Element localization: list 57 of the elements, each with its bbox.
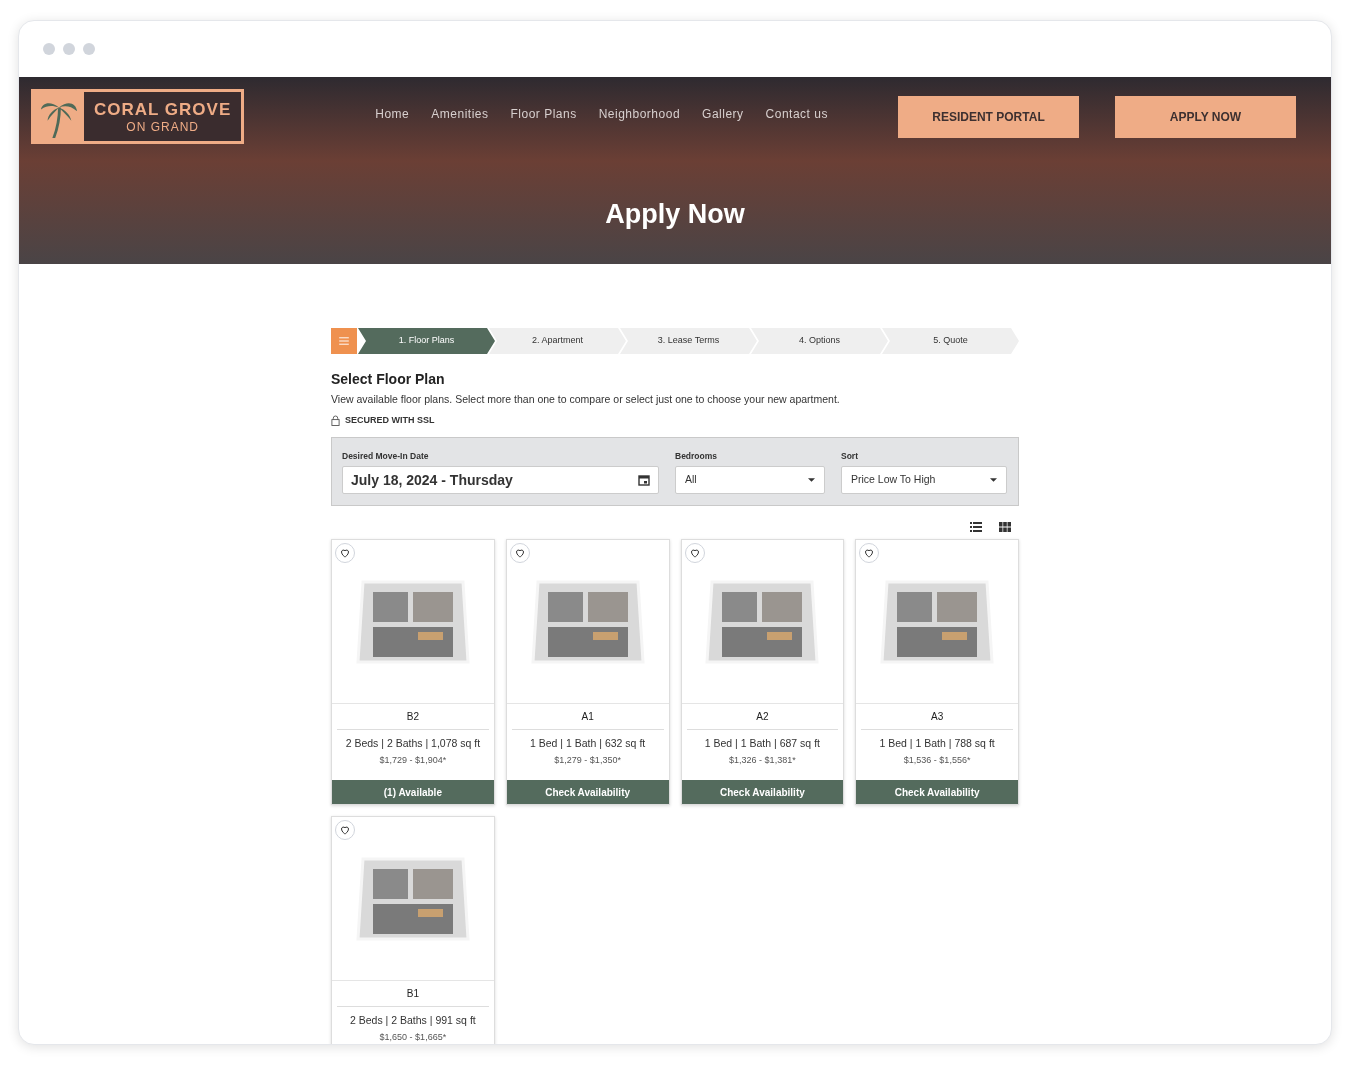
header-button[interactable]: RESIDENT PORTAL [898, 96, 1079, 138]
availability-button[interactable]: Check Availability [681, 780, 844, 804]
secure-note: SECURED WITH SSL [345, 413, 435, 427]
caret-icon [990, 478, 997, 482]
floor-plan-card[interactable]: A1 1 Bed | 1 Bath | 632 sq ft $1,279 - $1,350* Check Availability [505, 539, 670, 805]
caret-icon [808, 478, 815, 482]
section-title: Select Floor Plan [331, 370, 446, 389]
availability-button[interactable]: (1) Available [332, 780, 494, 804]
floor-plan-card[interactable]: A2 1 Bed | 1 Bath | 687 sq ft $1,326 - $1,381* Check Availability [680, 539, 845, 805]
menu-icon [338, 337, 350, 345]
brand-name: CORAL GROVE [94, 99, 232, 120]
nav-link[interactable]: Amenities [431, 105, 489, 123]
step-tab[interactable]: 2. Apartment [489, 328, 626, 354]
step-tab[interactable]: 4. Options [751, 328, 888, 354]
plan-name: A2 [686, 704, 839, 730]
plan-details: 2 Beds | 2 Baths | 1,078 sq ft [345, 736, 481, 751]
plan-details: 1 Bed | 1 Bath | 788 sq ft [879, 736, 995, 751]
plan-name: A3 [861, 704, 1013, 730]
date-field[interactable]: July 18, 2024 - Thursday [342, 466, 659, 494]
section-description: View available floor plans. Select more than one to compare or select just one to choose your new apartment. [331, 392, 841, 407]
brand-tagline: ON GRAND [126, 119, 199, 134]
plan-details: 1 Bed | 1 Bath | 687 sq ft [704, 736, 820, 751]
list-view-icon[interactable] [970, 522, 982, 532]
field-label: Desired Move-In Date [342, 450, 430, 463]
nav-link[interactable]: Contact us [765, 105, 828, 123]
field-label: Sort [841, 450, 859, 463]
plan-details: 1 Bed | 1 Bath | 632 sq ft [530, 736, 646, 751]
select-field[interactable]: All [675, 466, 825, 494]
floor-plan-card[interactable]: A3 1 Bed | 1 Bath | 788 sq ft $1,536 - $1,556* Check Availability [855, 539, 1019, 805]
brand-logo[interactable]: CORAL GROVE ON GRAND [31, 89, 245, 144]
hero-title: Apply Now [604, 198, 746, 231]
nav-link[interactable]: Floor Plans [510, 105, 577, 123]
nav-link[interactable]: Neighborhood [598, 105, 681, 123]
plan-price: $1,326 - $1,381* [729, 753, 796, 767]
plan-price: $1,729 - $1,904* [379, 753, 447, 767]
plan-price: $1,650 - $1,665* [379, 1030, 447, 1044]
field-label: Bedrooms [675, 450, 719, 463]
plan-name: B1 [337, 981, 489, 1007]
nav-link[interactable]: Gallery [702, 105, 744, 123]
nav-link[interactable]: Home [375, 105, 410, 123]
header-button[interactable]: APPLY NOW [1115, 96, 1296, 138]
plan-name: A1 [511, 704, 664, 730]
lock-icon [331, 415, 340, 426]
grid-view-icon[interactable] [999, 522, 1011, 532]
plan-price: $1,279 - $1,350* [554, 753, 621, 767]
step-tab[interactable]: 3. Lease Terms [620, 328, 757, 354]
plan-details: 2 Beds | 2 Baths | 991 sq ft [350, 1013, 476, 1028]
select-field[interactable]: Price Low To High [841, 466, 1007, 494]
step-tab[interactable]: 5. Quote [882, 328, 1019, 354]
floor-plan-card[interactable]: B1 2 Beds | 2 Baths | 991 sq ft $1,650 - $1,665* [331, 816, 495, 1044]
availability-button[interactable]: Check Availability [506, 780, 669, 804]
floor-plan-card[interactable]: B2 2 Beds | 2 Baths | 1,078 sq ft $1,729 - $1,904* (1) Available [331, 539, 495, 805]
plan-name: B2 [337, 704, 489, 730]
step-tab[interactable]: 1. Floor Plans [358, 328, 495, 354]
calendar-icon [638, 474, 650, 486]
availability-button[interactable]: Check Availability [856, 780, 1018, 804]
plan-price: $1,536 - $1,556* [903, 753, 971, 767]
